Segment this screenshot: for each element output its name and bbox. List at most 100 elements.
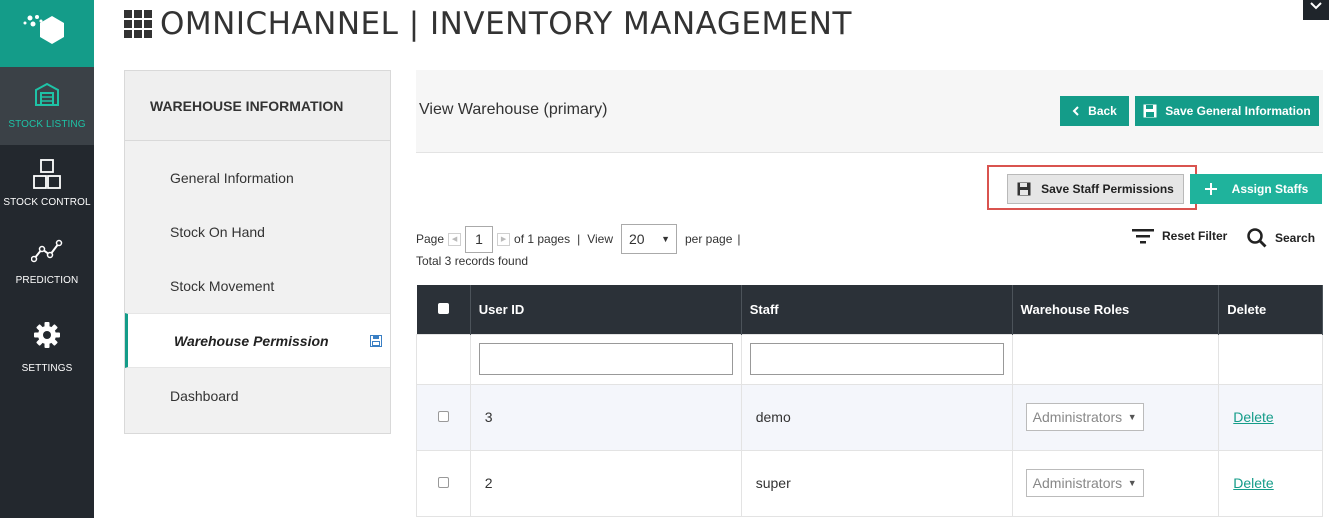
left-navigation: STOCK LISTING STOCK CONTROL PREDICTION S… bbox=[0, 0, 94, 518]
chevron-left-icon bbox=[1072, 106, 1079, 116]
of-pages-text: of 1 pages bbox=[514, 232, 571, 246]
reset-filter-button[interactable]: Reset Filter bbox=[1132, 228, 1227, 244]
row-select-cell bbox=[416, 383, 471, 451]
filter-cell bbox=[469, 333, 742, 385]
filter-cell bbox=[740, 333, 1013, 385]
side-item-label: General Information bbox=[170, 170, 294, 186]
role-select[interactable]: Administrators ▼ bbox=[1025, 469, 1144, 497]
nav-settings[interactable]: SETTINGS bbox=[0, 311, 94, 389]
row-checkbox[interactable] bbox=[437, 477, 449, 488]
reset-filter-label: Reset Filter bbox=[1162, 229, 1228, 243]
total-records: Total 3 records found bbox=[416, 254, 529, 268]
role-cell: Administrators ▼ bbox=[1011, 449, 1220, 517]
page-input[interactable]: 1 bbox=[465, 225, 494, 253]
nav-label: PREDICTION bbox=[15, 275, 79, 286]
nav-label: STOCK LISTING bbox=[8, 119, 86, 130]
per-page-value: 20 bbox=[629, 231, 645, 247]
nav-label: SETTINGS bbox=[21, 363, 73, 374]
app-logo[interactable] bbox=[0, 0, 94, 67]
delete-cell: Delete bbox=[1218, 449, 1323, 517]
page-label: Page bbox=[416, 232, 445, 246]
side-item-stock-on-hand[interactable]: Stock On Hand bbox=[125, 205, 390, 259]
page-title: OMNICHANNEL | INVENTORY MANAGEMENT bbox=[124, 6, 852, 42]
dropdown-arrow-icon: ▼ bbox=[1127, 478, 1137, 488]
staff-cell: super bbox=[740, 449, 1013, 517]
side-item-label: Warehouse Permission bbox=[174, 332, 329, 349]
staff-cell: demo bbox=[740, 383, 1013, 451]
back-label: Back bbox=[1088, 104, 1117, 118]
delete-link[interactable]: Delete bbox=[1233, 409, 1273, 425]
grid-icon bbox=[124, 10, 152, 38]
delete-link[interactable]: Delete bbox=[1233, 475, 1273, 491]
user-id-filter-input[interactable] bbox=[478, 343, 733, 375]
warehouse-icon bbox=[35, 82, 59, 106]
save-general-label: Save General Information bbox=[1165, 104, 1311, 118]
page-title-text: OMNICHANNEL | INVENTORY MANAGEMENT bbox=[160, 6, 852, 42]
back-button[interactable]: Back bbox=[1060, 96, 1129, 126]
side-item-warehouse-permission[interactable]: Warehouse Permission bbox=[125, 313, 390, 368]
nav-prediction[interactable]: PREDICTION bbox=[0, 223, 94, 301]
filter-cell bbox=[1011, 333, 1220, 385]
column-header-warehouse-roles: Warehouse Roles bbox=[1012, 285, 1220, 334]
table-row: 2 super Administrators ▼ Delete bbox=[416, 449, 1323, 517]
pager-separator: | bbox=[737, 232, 741, 246]
highlight-outline bbox=[987, 165, 1197, 210]
view-label: View bbox=[587, 232, 613, 246]
staff-permissions-table: User ID Staff Warehouse Roles Delete 3 d… bbox=[416, 285, 1323, 517]
row-select-cell bbox=[416, 449, 471, 517]
pager: Page ◀ 1 ▶ of 1 pages | View 20 ▼ per pa… bbox=[416, 224, 741, 254]
assign-staffs-button[interactable]: Assign Staffs bbox=[1190, 174, 1322, 204]
filter-row bbox=[416, 333, 1323, 385]
plus-icon bbox=[1204, 183, 1217, 195]
role-cell: Administrators ▼ bbox=[1011, 383, 1220, 451]
column-header-staff[interactable]: Staff bbox=[741, 285, 1013, 334]
assign-label: Assign Staffs bbox=[1231, 182, 1309, 196]
next-page-button[interactable]: ▶ bbox=[497, 232, 511, 246]
search-button[interactable]: Search bbox=[1247, 228, 1315, 248]
nav-stock-listing[interactable]: STOCK LISTING bbox=[0, 67, 94, 145]
role-value: Administrators bbox=[1032, 475, 1123, 491]
table-row: 3 demo Administrators ▼ Delete bbox=[416, 383, 1323, 451]
nav-label: STOCK CONTROL bbox=[3, 197, 91, 208]
select-all-cell bbox=[416, 285, 471, 334]
side-item-general-information[interactable]: General Information bbox=[125, 151, 390, 205]
trend-line-icon bbox=[31, 239, 63, 263]
user-id-cell: 2 bbox=[469, 449, 742, 517]
chevron-down-icon bbox=[1310, 2, 1322, 10]
row-checkbox[interactable] bbox=[437, 411, 449, 422]
role-value: Administrators bbox=[1032, 409, 1123, 425]
search-label: Search bbox=[1275, 231, 1316, 245]
side-item-dashboard[interactable]: Dashboard bbox=[125, 369, 390, 423]
save-general-information-button[interactable]: Save General Information bbox=[1135, 96, 1319, 126]
pager-separator: | bbox=[577, 232, 581, 246]
user-id-cell: 3 bbox=[469, 383, 742, 451]
select-all-checkbox[interactable] bbox=[437, 302, 449, 314]
table-header-row: User ID Staff Warehouse Roles Delete bbox=[416, 285, 1323, 334]
panel-heading: WAREHOUSE INFORMATION bbox=[125, 71, 390, 141]
filter-cell bbox=[416, 333, 471, 385]
dropdown-arrow-icon: ▼ bbox=[1127, 412, 1137, 422]
filter-icon bbox=[1132, 229, 1154, 244]
column-header-user-id[interactable]: User ID bbox=[470, 285, 742, 334]
staff-filter-input[interactable] bbox=[749, 343, 1004, 375]
side-item-stock-movement[interactable]: Stock Movement bbox=[125, 259, 390, 313]
boxes-icon bbox=[33, 159, 61, 189]
side-item-label: Stock On Hand bbox=[170, 224, 265, 240]
floppy-icon bbox=[1143, 104, 1157, 118]
prev-page-button[interactable]: ◀ bbox=[448, 232, 462, 246]
per-page-label: per page bbox=[685, 232, 733, 246]
filter-cell bbox=[1218, 333, 1323, 385]
side-item-label: Stock Movement bbox=[170, 278, 275, 294]
search-icon bbox=[1247, 228, 1267, 248]
view-title: View Warehouse (primary) bbox=[419, 101, 608, 118]
logo-icon bbox=[23, 15, 64, 44]
dropdown-arrow-icon: ▼ bbox=[661, 234, 670, 244]
nav-stock-control[interactable]: STOCK CONTROL bbox=[0, 145, 94, 223]
role-select[interactable]: Administrators ▼ bbox=[1025, 403, 1144, 431]
per-page-select[interactable]: 20 ▼ bbox=[621, 224, 677, 254]
save-icon[interactable] bbox=[370, 335, 382, 347]
warehouse-info-panel: WAREHOUSE INFORMATION General Informatio… bbox=[124, 70, 391, 434]
column-header-delete: Delete bbox=[1218, 285, 1323, 334]
collapse-toggle[interactable] bbox=[1303, 0, 1329, 20]
delete-cell: Delete bbox=[1218, 383, 1323, 451]
